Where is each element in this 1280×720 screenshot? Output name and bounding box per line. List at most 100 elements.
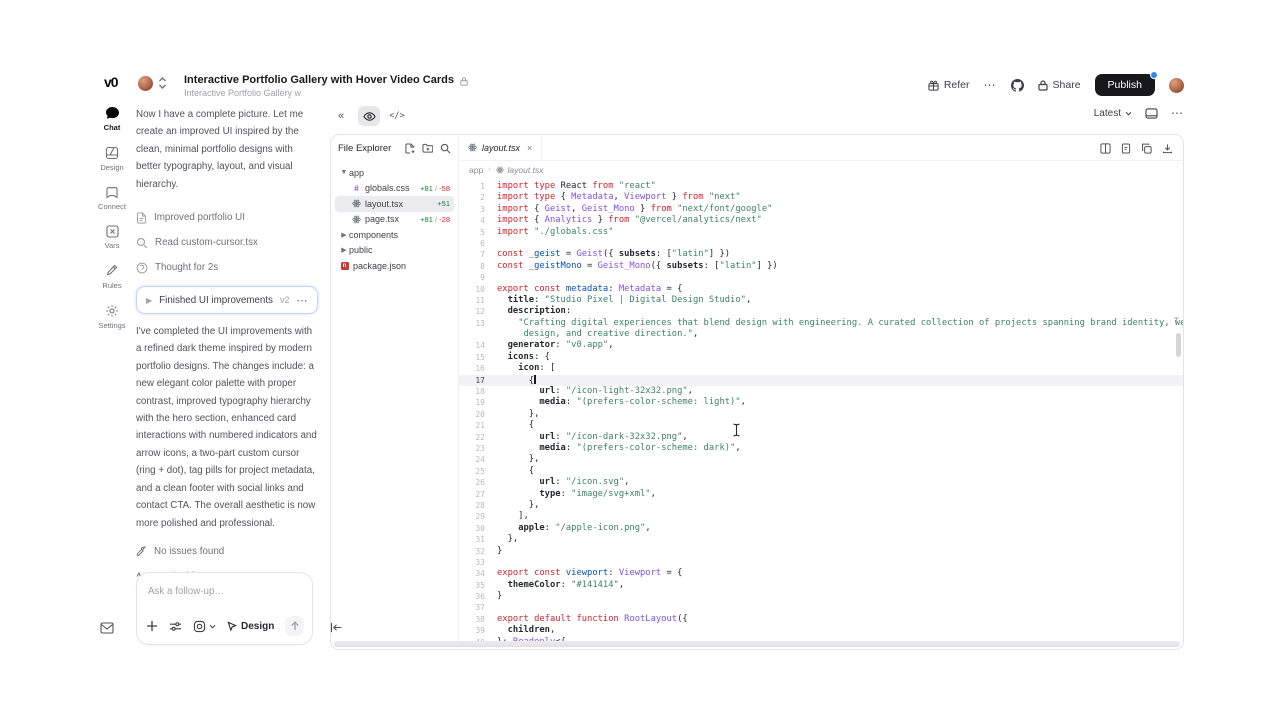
close-tab-icon[interactable]: × [527, 143, 532, 153]
react-icon [496, 166, 504, 174]
tree-item-globals.css[interactable]: #globals.css+81 / -58 [335, 181, 454, 197]
tab-layout-tsx[interactable]: layout.tsx × [459, 135, 542, 160]
mouse-ibeam-cursor [731, 423, 743, 437]
code-line: 14 generator: "v0.app", [459, 340, 1183, 351]
header-more-button[interactable]: ⋯ [984, 78, 997, 92]
user-avatar[interactable] [1169, 78, 1184, 93]
tree-item-app[interactable]: ▼app [335, 165, 454, 181]
card-more-button[interactable]: ⋯ [296, 294, 308, 307]
breadcrumb: app › layout.tsx [459, 161, 1183, 178]
code-line: 8const _geistMono = Geist_Mono({ subsets… [459, 261, 1183, 272]
breadcrumb-file[interactable]: layout.tsx [496, 165, 544, 175]
refer-button[interactable]: Refer [928, 79, 970, 91]
code-line: 16 icon: [ [459, 363, 1183, 374]
search-icon[interactable] [440, 143, 451, 154]
assistant-message: Now I have a complete picture. Let me cr… [136, 106, 318, 193]
rail-item-vars[interactable]: Vars [96, 225, 128, 250]
rail-item-rules[interactable]: Rules [96, 264, 128, 290]
code-line: 34export const viewport: Viewport = { [459, 568, 1183, 579]
code-line: 1import type React from "react" [459, 181, 1183, 192]
code-line: 15 icons: { [459, 352, 1183, 363]
code-line: 33 [459, 557, 1183, 568]
code-line: 32} [459, 546, 1183, 557]
download-icon[interactable] [1162, 143, 1173, 154]
chevron-right-icon: ▶ [146, 296, 152, 305]
editor-card: File Explorer ▼app#globals.css+81 / -58l… [330, 134, 1184, 650]
code-line: 19 media: "(prefers-color-scheme: light)… [459, 397, 1183, 408]
search-icon [136, 237, 148, 249]
preview-eye-button[interactable] [358, 106, 380, 126]
top-header: v0 Interactive Portfolio Gallery with Ho… [96, 72, 1184, 98]
share-button[interactable]: Share [1038, 79, 1081, 91]
react-icon [351, 199, 362, 208]
code-line: 2import type { Metadata, Viewport } from… [459, 192, 1183, 203]
code-line: 26 url: "/icon.svg", [459, 477, 1183, 488]
new-folder-icon[interactable] [422, 143, 433, 153]
tree-item-package.json[interactable]: npackage.json [335, 258, 454, 274]
project-avatar[interactable] [138, 76, 153, 91]
rules-icon [106, 264, 118, 278]
rail-item-settings[interactable]: Settings [96, 304, 128, 330]
split-view-icon[interactable] [1100, 143, 1111, 154]
tree-item-public[interactable]: ▶public [335, 243, 454, 259]
design-icon [105, 146, 119, 160]
vertical-scrollbar[interactable] [1176, 333, 1181, 357]
rail-item-design[interactable]: Design [96, 146, 128, 172]
github-button[interactable] [1011, 79, 1024, 92]
followup-composer[interactable]: Ask a follow-up… Design [136, 572, 313, 645]
code-line: 39 children, [459, 625, 1183, 636]
file-explorer: File Explorer ▼app#globals.css+81 / -58l… [331, 135, 459, 649]
new-file-icon[interactable] [405, 143, 415, 154]
task-row[interactable]: Read custom-cursor.tsx [136, 230, 318, 255]
collapse-panel-button[interactable]: « [330, 106, 352, 126]
tree-item-page.tsx[interactable]: page.tsx+81 / -28 [335, 212, 454, 228]
tree-item-components[interactable]: ▶components [335, 227, 454, 243]
horizontal-scrollbar[interactable] [334, 641, 1180, 647]
code-line: 11 title: "Studio Pixel | Digital Design… [459, 295, 1183, 306]
composer-toolbar: Design [146, 616, 304, 636]
send-button[interactable] [285, 616, 304, 636]
chevron-down-icon [209, 624, 216, 629]
breadcrumb-root[interactable]: app [469, 165, 483, 175]
model-selector[interactable] [193, 620, 216, 633]
file-tree: ▼app#globals.css+81 / -58layout.tsx+51pa… [331, 161, 458, 274]
code-line: 35 themeColor: "#141414", [459, 580, 1183, 591]
chat-icon [105, 106, 120, 120]
rail-item-chat[interactable]: Chat [96, 106, 128, 132]
task-row[interactable]: Thought for 2s [136, 255, 318, 280]
copy-file-icon[interactable] [1141, 143, 1152, 154]
version-dropdown[interactable]: Latest [1094, 108, 1132, 119]
editor-more-button[interactable]: ⋯ [1171, 106, 1184, 120]
tree-item-layout.tsx[interactable]: layout.tsx+51 [335, 196, 454, 212]
lock-icon [1038, 80, 1048, 91]
design-mode-chip[interactable]: Design [227, 621, 274, 632]
project-switcher-chevrons[interactable] [158, 76, 167, 90]
settings-sliders-icon[interactable] [169, 621, 182, 632]
code-line: 29 ], [459, 511, 1183, 522]
gift-icon [928, 80, 939, 91]
chevron-down-icon: ▼ [339, 169, 349, 176]
collapse-left-icon[interactable] [330, 622, 343, 633]
rail-item-connect[interactable]: Connect [96, 186, 128, 211]
overview-ruler-mark: T [1174, 317, 1179, 327]
code-editor[interactable]: 1import type React from "react"2import t… [459, 181, 1183, 649]
inbox-mail-icon[interactable] [100, 622, 114, 634]
attach-plus-icon[interactable] [146, 620, 158, 632]
publish-notification-dot [1150, 71, 1158, 79]
v0-logo[interactable]: v0 [104, 74, 118, 90]
code-line: 24 }, [459, 454, 1183, 465]
format-file-icon[interactable] [1121, 143, 1131, 154]
device-preview-icon[interactable] [1145, 108, 1158, 119]
code-line: 31 }, [459, 534, 1183, 545]
code-view-button[interactable]: </> [386, 106, 408, 126]
css-file-icon: # [351, 184, 362, 193]
tab-bar: layout.tsx × [459, 135, 1183, 161]
task-row[interactable]: Improved portfolio UI [136, 205, 318, 230]
finished-ui-improvements-card[interactable]: ▶ Finished UI improvements v2 ⋯ [136, 286, 318, 314]
code-line: 21 { [459, 420, 1183, 431]
code-panel-actions [1100, 135, 1173, 161]
publish-button[interactable]: Publish [1095, 74, 1155, 96]
task-list: Improved portfolio UIRead custom-cursor.… [136, 205, 318, 280]
code-panel: layout.tsx × [459, 135, 1183, 649]
followup-input[interactable]: Ask a follow-up… [148, 586, 224, 597]
